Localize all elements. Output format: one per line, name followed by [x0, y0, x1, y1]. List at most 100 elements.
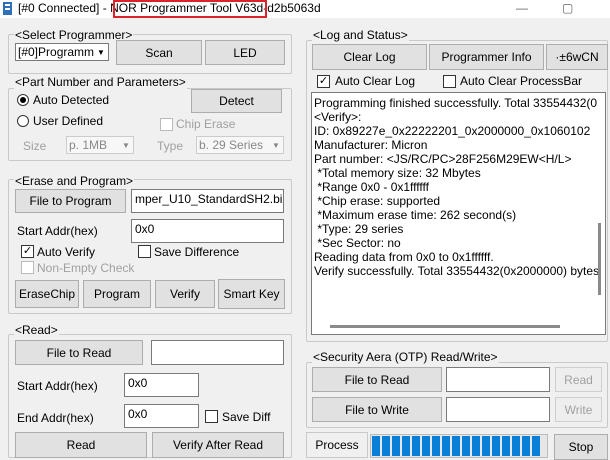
chevron-down-icon: ▼: [272, 140, 280, 150]
progress-block: [432, 436, 440, 456]
progress-block: [472, 436, 480, 456]
auto-verify-label: Auto Verify: [37, 245, 96, 259]
auto-clear-progressbar-checkbox[interactable]: [443, 75, 456, 88]
progress-block: [522, 436, 530, 456]
otp-read-button[interactable]: Read: [555, 367, 602, 392]
otp-read-file-input[interactable]: [446, 367, 550, 392]
non-empty-check-checkbox[interactable]: [21, 261, 34, 274]
log-line: <Verify>:: [314, 110, 362, 124]
progress-block: [372, 436, 380, 456]
scan-button[interactable]: Scan: [116, 40, 202, 65]
progress-block: [442, 436, 450, 456]
progress-block: [462, 436, 470, 456]
auto-detected-label: Auto Detected: [33, 93, 110, 107]
read-end-addr-input[interactable]: 0x0: [124, 404, 199, 428]
progress-block: [482, 436, 490, 456]
program-start-addr-input[interactable]: 0x0: [131, 219, 284, 243]
progress-block: [452, 436, 460, 456]
program-button[interactable]: Program: [83, 280, 151, 308]
chevron-down-icon: ▼: [97, 47, 105, 57]
non-empty-check-label: Non-Empty Check: [37, 261, 135, 275]
progress-block: [422, 436, 430, 456]
auto-clear-log-label: Auto Clear Log: [335, 74, 416, 88]
log-status-label: <Log and Status>: [312, 28, 409, 42]
programmer-dropdown-value: [#0]Programm: [18, 45, 95, 59]
language-button[interactable]: ·±6wCN: [546, 44, 608, 70]
title-bar: [#0 Connected] - NOR Programmer Tool V63…: [0, 0, 610, 18]
app-icon: [3, 2, 12, 15]
programmer-info-button[interactable]: Programmer Info: [429, 44, 544, 70]
maximize-button[interactable]: ▢: [562, 1, 573, 15]
start-addr-label: Start Addr(hex): [17, 224, 98, 238]
read-file-input[interactable]: [151, 340, 284, 365]
save-diff-checkbox[interactable]: [205, 410, 218, 423]
verify-after-read-button[interactable]: Verify After Read: [152, 432, 284, 458]
auto-clear-progressbar-label: Auto Clear ProcessBar: [460, 74, 583, 88]
auto-clear-log-checkbox[interactable]: ✓: [317, 75, 330, 88]
progress-block: [492, 436, 500, 456]
programmer-dropdown[interactable]: [#0]Programm ▼: [15, 43, 109, 61]
save-difference-label: Save Difference: [154, 245, 240, 259]
log-vertical-scrollbar[interactable]: [598, 223, 601, 295]
otp-file-to-read-button[interactable]: File to Read: [312, 367, 442, 392]
title-suffix: -d2b5063d: [263, 1, 321, 15]
auto-verify-checkbox[interactable]: ✓: [21, 245, 34, 258]
progress-block: [502, 436, 510, 456]
size-dropdown[interactable]: p. 1MB ▼: [66, 136, 134, 154]
progress-block: [402, 436, 410, 456]
user-defined-radio[interactable]: [17, 115, 29, 127]
type-dropdown[interactable]: b. 29 Series ▼: [196, 136, 284, 154]
progress-block: [532, 436, 540, 456]
log-line: *Chip erase: supported: [314, 194, 441, 208]
log-line: *Sec Sector: no: [314, 236, 401, 250]
auto-detected-radio[interactable]: [17, 94, 29, 106]
otp-write-button[interactable]: Write: [555, 397, 602, 422]
read-button[interactable]: Read: [15, 432, 147, 458]
log-line: Verify successfully. Total 33554432(0x20…: [314, 264, 600, 278]
save-diff-label: Save Diff: [222, 410, 271, 424]
size-label: Size: [23, 139, 47, 153]
title-prefix: [#0 Connected] -: [18, 1, 111, 15]
user-defined-label: User Defined: [33, 114, 104, 128]
minimize-button[interactable]: —: [516, 1, 528, 15]
log-line: Manufacturer: Micron: [314, 138, 428, 152]
erase-chip-button[interactable]: EraseChip: [15, 280, 79, 308]
log-line: Part number: <JS/RC/PC>28F256M29EW<H/L>: [314, 152, 572, 166]
program-file-input[interactable]: mper_U10_StandardSH2.bin: [131, 189, 284, 213]
clear-log-button[interactable]: Clear Log: [312, 44, 427, 70]
otp-file-to-write-button[interactable]: File to Write: [312, 397, 442, 422]
smart-key-button[interactable]: Smart Key: [218, 279, 285, 309]
log-output[interactable]: Programming finished successfully. Total…: [311, 92, 606, 335]
detect-button[interactable]: Detect: [191, 89, 282, 113]
chip-erase-label: Chip Erase: [176, 117, 236, 131]
read-end-addr-label: End Addr(hex): [17, 411, 94, 425]
read-start-addr-input[interactable]: 0x0: [124, 373, 199, 397]
progress-block: [382, 436, 390, 456]
progress-bar: [370, 434, 548, 458]
log-line: Reading data from 0x0 to 0x1ffffff.: [314, 250, 494, 264]
title-highlight-box: [113, 0, 267, 18]
log-line: *Range 0x0 - 0x1ffffff: [314, 180, 429, 194]
type-label: Type: [157, 139, 184, 153]
log-horizontal-scrollbar[interactable]: [330, 325, 560, 328]
log-line: *Type: 29 series: [314, 222, 404, 236]
chevron-down-icon: ▼: [122, 140, 130, 150]
stop-button[interactable]: Stop: [554, 434, 608, 460]
file-to-program-button[interactable]: File to Program: [15, 189, 126, 213]
security-otp-label: <Security Aera (OTP) Read/Write>: [312, 350, 499, 364]
progress-block: [392, 436, 400, 456]
log-lines: Programming finished successfully. Total…: [314, 96, 599, 278]
type-dropdown-value: b. 29 Series: [199, 138, 264, 152]
file-to-read-button[interactable]: File to Read: [15, 340, 143, 365]
log-line: *Maximum erase time: 262 second(s): [314, 208, 517, 222]
verify-button[interactable]: Verify: [155, 280, 215, 308]
process-label: Process: [306, 432, 368, 458]
progress-block: [412, 436, 420, 456]
read-start-addr-label: Start Addr(hex): [17, 379, 98, 393]
otp-write-file-input[interactable]: [446, 397, 550, 422]
size-dropdown-value: p. 1MB: [69, 138, 108, 152]
led-button[interactable]: LED: [205, 40, 285, 65]
chip-erase-checkbox[interactable]: [160, 118, 173, 131]
log-line: *Total memory size: 32 Mbytes: [314, 166, 481, 180]
save-difference-checkbox[interactable]: [138, 245, 151, 258]
